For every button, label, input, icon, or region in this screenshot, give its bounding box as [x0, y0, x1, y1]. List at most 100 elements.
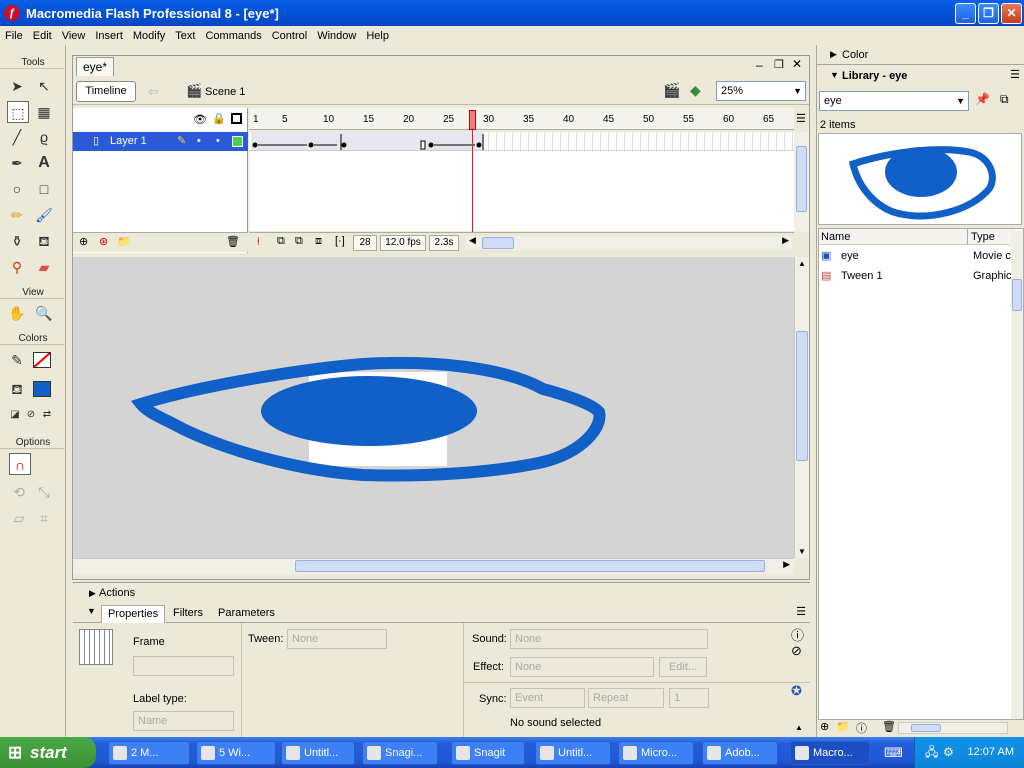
lock-icon[interactable]: 🔒 — [212, 112, 226, 125]
scroll-left-icon[interactable]: ◀ — [469, 235, 476, 246]
scroll-down-icon[interactable]: ▼ — [798, 547, 806, 556]
new-library-panel-icon[interactable]: ⧉ — [1000, 92, 1009, 107]
network-icon[interactable]: 🖧 — [925, 737, 938, 768]
ink-bottle-tool-icon[interactable]: ⚱ — [6, 230, 28, 252]
menu-window[interactable]: Window — [312, 30, 361, 42]
effect-select[interactable]: None — [510, 657, 654, 677]
rectangle-tool-icon[interactable]: □ — [33, 178, 55, 200]
keyboard-icon[interactable]: ⌨ — [884, 745, 903, 761]
library-item[interactable]: ▣ eye Movie c — [819, 247, 1015, 266]
line-tool-icon[interactable]: ╱ — [6, 126, 28, 148]
repeat-select[interactable]: Repeat — [588, 688, 664, 708]
pen-tool-icon[interactable]: ✒ — [6, 152, 28, 174]
properties-icon[interactable]: ⓘ — [856, 720, 867, 736]
timeline-toggle-button[interactable]: Timeline — [76, 81, 136, 102]
frames-row[interactable] — [249, 132, 794, 151]
taskbar-task[interactable]: Adob... — [702, 741, 778, 765]
tab-filters[interactable]: Filters — [167, 605, 209, 623]
accessibility-icon[interactable]: ✪ — [791, 683, 802, 699]
eraser-tool-icon[interactable]: ▰ — [33, 256, 55, 278]
doc-restore-icon[interactable]: ❐ — [774, 58, 784, 71]
menu-text[interactable]: Text — [170, 30, 200, 42]
layer-row[interactable]: ▯ Layer 1 ✎ • • — [73, 132, 248, 151]
zoom-select[interactable]: 25% ▼ — [716, 81, 806, 101]
insert-layer-icon[interactable]: ⊕ — [79, 235, 88, 248]
rotate-skew-icon[interactable]: ⟲ — [8, 481, 30, 503]
lasso-tool-icon[interactable]: ϱ — [33, 126, 55, 148]
stage-vscroll[interactable]: ▲ ▼ — [794, 257, 809, 558]
library-document-select[interactable]: eye ▼ — [819, 91, 969, 111]
close-button[interactable]: ✕ — [1001, 3, 1022, 24]
minimize-button[interactable]: _ — [955, 3, 976, 24]
scroll-up-icon[interactable]: ▲ — [798, 259, 806, 268]
library-panel-header[interactable]: ▼ Library - eye ☰ — [816, 66, 1024, 86]
scroll-right-icon[interactable]: ▶ — [783, 559, 790, 570]
start-button[interactable]: ⊞ start — [0, 737, 96, 768]
panel-menu-icon[interactable]: ☰ — [1010, 68, 1020, 81]
tween-select[interactable]: None — [287, 629, 387, 649]
menu-modify[interactable]: Modify — [128, 30, 170, 42]
taskbar-task[interactable]: Untitl... — [535, 741, 611, 765]
frame-label-input[interactable] — [133, 656, 234, 676]
free-transform-tool-icon[interactable]: ⬚ — [7, 101, 29, 123]
col-type-header[interactable]: Type — [967, 229, 995, 245]
menu-commands[interactable]: Commands — [200, 30, 266, 42]
color-panel-header[interactable]: ▶ Color — [816, 45, 1024, 65]
eye-visibility-icon[interactable]: 👁 — [193, 113, 207, 126]
distort-icon[interactable]: ▱ — [8, 507, 30, 529]
modify-onion-markers-icon[interactable]: [·] — [335, 235, 345, 247]
panel-menu-icon[interactable]: ☰ — [796, 605, 806, 618]
paint-bucket-tool-icon[interactable]: ⛾ — [33, 230, 55, 252]
selection-tool-icon[interactable]: ➤ — [6, 75, 28, 97]
tray-icon[interactable]: ⚙ — [943, 737, 954, 768]
add-motion-guide-icon[interactable]: ⊛ — [99, 235, 108, 248]
oval-tool-icon[interactable]: ○ — [6, 178, 28, 200]
layer-visibility-dot[interactable]: • — [197, 132, 201, 151]
taskbar-task[interactable]: 5 Wi... — [196, 741, 276, 765]
onion-skin-icon[interactable]: ⧉ — [277, 235, 285, 248]
fill-color-swatch[interactable] — [33, 381, 51, 397]
expand-panel-icon[interactable]: ▲ — [795, 723, 803, 732]
hand-tool-icon[interactable]: ✋ — [6, 302, 28, 324]
scale-icon[interactable]: ⤡ — [33, 481, 55, 503]
tab-parameters[interactable]: Parameters — [212, 605, 281, 623]
taskbar-task-active[interactable]: Macro... — [790, 741, 870, 765]
delete-layer-icon[interactable]: 🗑 — [226, 235, 240, 248]
envelope-icon[interactable]: ⌗ — [33, 507, 55, 529]
library-hscroll[interactable] — [898, 722, 1008, 734]
pencil-tool-icon[interactable]: ✏ — [6, 204, 28, 226]
library-vscroll[interactable] — [1011, 231, 1023, 719]
library-item[interactable]: ▤ Tween 1 Graphic — [819, 267, 1015, 286]
taskbar-task[interactable]: Snagit — [451, 741, 525, 765]
timeline-menu-icon[interactable]: ☰ — [796, 112, 806, 125]
outline-icon[interactable] — [231, 113, 242, 124]
document-tab[interactable]: eye* — [76, 57, 114, 76]
playhead[interactable] — [469, 110, 476, 130]
menu-control[interactable]: Control — [267, 30, 312, 42]
menu-file[interactable]: File — [0, 30, 28, 42]
edit-scene-icon[interactable]: 🎬 — [663, 82, 680, 99]
layer-lock-dot[interactable]: • — [216, 132, 220, 151]
text-tool-icon[interactable]: A — [33, 152, 55, 174]
scene-label[interactable]: Scene 1 — [205, 86, 245, 98]
taskbar-task[interactable]: Snagi... — [362, 741, 438, 765]
insert-folder-icon[interactable]: 📁 — [117, 235, 131, 248]
sound-select[interactable]: None — [510, 629, 708, 649]
swap-colors-icon[interactable]: ⇄ — [36, 404, 58, 426]
doc-minimize-icon[interactable]: – — [756, 58, 763, 72]
menu-view[interactable]: View — [57, 30, 91, 42]
zoom-tool-icon[interactable]: 🔍 — [33, 302, 55, 324]
new-symbol-icon[interactable]: ⊕ — [820, 720, 829, 733]
col-name-header[interactable]: Name — [821, 231, 850, 243]
menu-help[interactable]: Help — [361, 30, 394, 42]
delete-icon[interactable]: 🗑 — [882, 720, 896, 733]
back-arrow-icon[interactable]: ⇦ — [148, 84, 159, 100]
stage[interactable] — [73, 257, 794, 558]
taskbar-task[interactable]: 2 M... — [108, 741, 190, 765]
collapse-arrow-icon[interactable]: ▼ — [87, 606, 96, 616]
actions-panel-header[interactable]: ▶ Actions — [73, 582, 810, 602]
timeline-vscroll[interactable] — [794, 132, 809, 232]
edit-button[interactable]: Edit... — [659, 657, 707, 677]
menu-insert[interactable]: Insert — [90, 30, 128, 42]
repeat-count-input[interactable]: 1 — [669, 688, 709, 708]
